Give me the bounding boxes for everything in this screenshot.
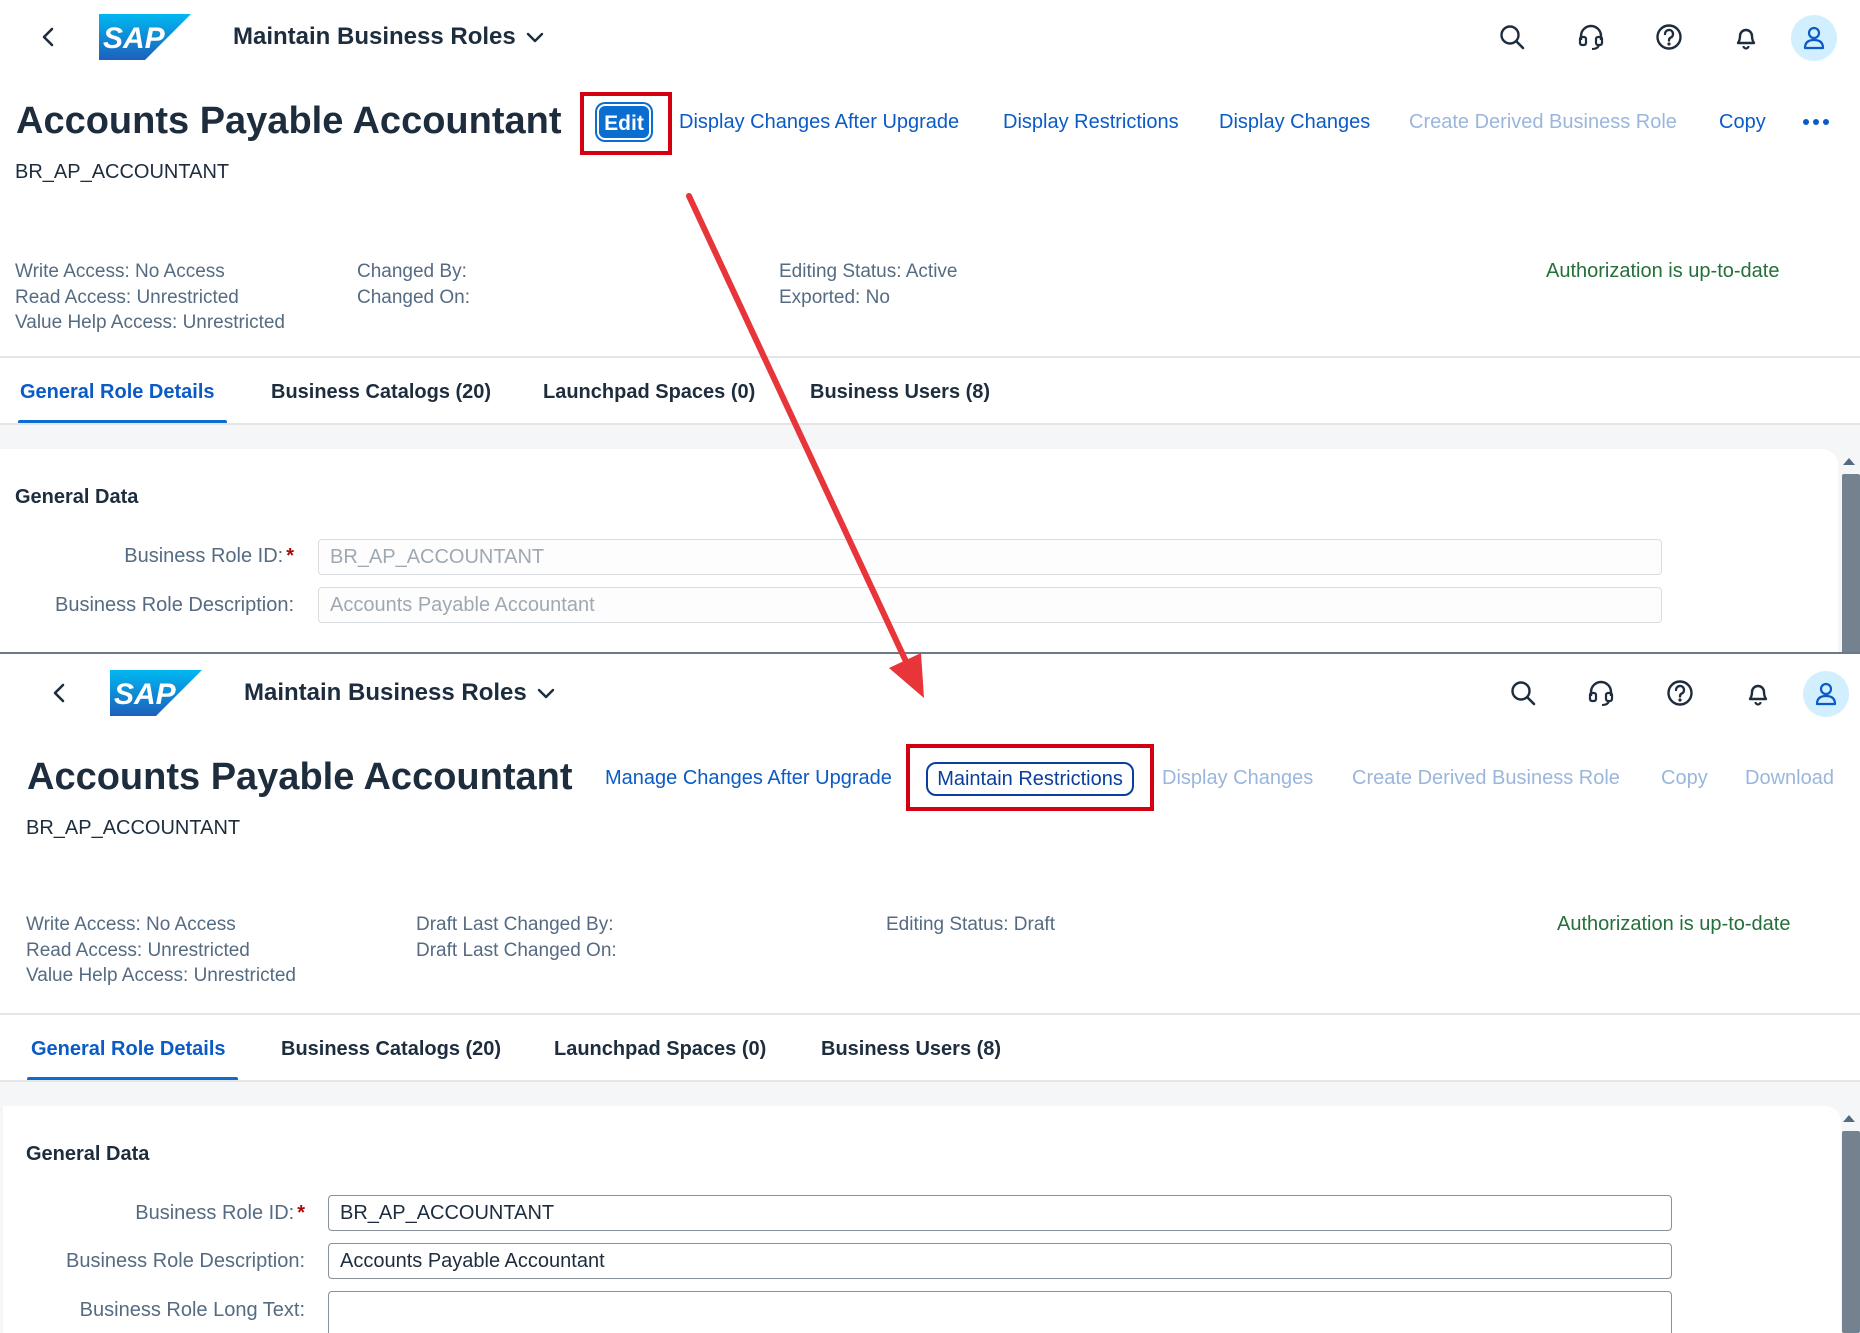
scroll-up-icon[interactable] <box>1843 458 1855 465</box>
header-separator <box>0 1013 1860 1015</box>
authorization-status: Authorization is up-to-date <box>1546 260 1780 282</box>
business-role-id-label-text: Business Role ID: <box>124 545 284 567</box>
download-button: Download <box>1745 767 1834 789</box>
write-access: Write Access: No Access <box>15 261 225 282</box>
tab-business-users[interactable]: Business Users (8) <box>821 1036 1001 1062</box>
meta-status: Editing Status: Draft <box>886 912 1055 938</box>
display-changes-button: Display Changes <box>1162 767 1314 789</box>
svg-text:SAP: SAP <box>103 22 166 55</box>
manage-changes-after-upgrade-button[interactable]: Manage Changes After Upgrade <box>605 765 892 791</box>
editing-status: Editing Status: Draft <box>886 914 1055 935</box>
shell-bar: SAP Maintain Business Roles <box>0 656 1860 732</box>
sap-logo[interactable]: SAP <box>110 670 202 716</box>
required-indicator: * <box>297 1202 305 1224</box>
required-indicator: * <box>286 545 294 567</box>
changed-on: Changed On: <box>357 286 471 308</box>
tab-business-catalogs[interactable]: Business Catalogs (20) <box>281 1036 501 1062</box>
business-role-id-label-text: Business Role ID: <box>135 1202 295 1224</box>
panel-view-mode: SAP Maintain Business Roles Accounts Pay… <box>0 0 1860 654</box>
help-icon[interactable] <box>1665 678 1695 708</box>
sap-logo[interactable]: SAP <box>99 14 191 60</box>
editing-status: Editing Status: Active <box>779 261 958 282</box>
app-title-text: Maintain Business Roles <box>233 23 516 50</box>
display-changes-button[interactable]: Display Changes <box>1219 109 1370 135</box>
back-icon[interactable] <box>47 680 73 706</box>
tab-business-catalogs[interactable]: Business Catalogs (20) <box>271 379 491 405</box>
read-access: Read Access: Unrestricted <box>15 286 239 308</box>
authorization-status: Authorization is up-to-date <box>1557 913 1791 935</box>
tab-business-users[interactable]: Business Users (8) <box>810 379 990 405</box>
headset-icon[interactable] <box>1576 22 1606 52</box>
read-access: Read Access: Unrestricted <box>26 939 250 961</box>
tab-general-role-details[interactable]: General Role Details <box>20 379 215 405</box>
create-derived-business-role-button: Create Derived Business Role <box>1409 111 1677 133</box>
meta-status: Editing Status: Active Exported: No <box>779 259 958 310</box>
tab-launchpad-spaces[interactable]: Launchpad Spaces (0) <box>554 1036 766 1062</box>
business-role-long-text-label: Business Role Long Text: <box>79 1299 305 1321</box>
svg-text:SAP: SAP <box>114 678 177 711</box>
shell-bar: SAP Maintain Business Roles <box>0 0 1860 76</box>
business-role-long-text-input[interactable] <box>328 1291 1672 1333</box>
scroll-thumb[interactable] <box>1842 474 1860 654</box>
value-help-access: Value Help Access: Unrestricted <box>26 965 296 986</box>
create-derived-business-role-button: Create Derived Business Role <box>1352 767 1620 789</box>
business-role-description-input[interactable]: Accounts Payable Accountant <box>328 1243 1672 1279</box>
value-help-access: Value Help Access: Unrestricted <box>15 312 285 333</box>
meta-changed: Changed By: Changed On: <box>357 259 470 310</box>
user-avatar[interactable] <box>1791 15 1837 61</box>
meta-access: Write Access: No Access Read Access: Unr… <box>26 912 296 989</box>
help-icon[interactable] <box>1654 22 1684 52</box>
app-title[interactable]: Maintain Business Roles <box>244 678 555 708</box>
copy-button: Copy <box>1661 767 1708 789</box>
business-role-id-label: Business Role ID: * <box>14 543 294 569</box>
maintain-restrictions-button[interactable]: Maintain Restrictions <box>926 762 1134 796</box>
write-access: Write Access: No Access <box>26 914 236 935</box>
business-role-id-input: BR_AP_ACCOUNTANT <box>318 539 1662 575</box>
app-title[interactable]: Maintain Business Roles <box>233 22 544 52</box>
chevron-down-icon[interactable] <box>537 688 555 700</box>
business-role-id-input[interactable]: BR_AP_ACCOUNTANT <box>328 1195 1672 1231</box>
changed-by: Changed By: <box>357 261 467 282</box>
scroll-up-icon[interactable] <box>1843 1115 1855 1122</box>
meta-access: Write Access: No Access Read Access: Unr… <box>15 259 285 336</box>
panel-edit-mode: SAP Maintain Business Roles Accounts Pay… <box>0 656 1860 1333</box>
bell-icon[interactable] <box>1743 678 1773 708</box>
tab-general-role-details[interactable]: General Role Details <box>31 1036 226 1062</box>
user-icon <box>1815 682 1837 706</box>
edit-button[interactable]: Edit <box>597 104 651 140</box>
chevron-down-icon[interactable] <box>526 32 544 44</box>
business-role-description-input: Accounts Payable Accountant <box>318 587 1662 623</box>
section-title-general-data: General Data <box>26 1143 150 1165</box>
object-subtitle: BR_AP_ACCOUNTANT <box>26 817 241 839</box>
meta-draft-changed: Draft Last Changed By: Draft Last Change… <box>416 912 617 963</box>
tab-launchpad-spaces[interactable]: Launchpad Spaces (0) <box>543 379 755 405</box>
back-icon[interactable] <box>36 24 62 50</box>
user-avatar[interactable] <box>1803 671 1849 717</box>
display-restrictions-button[interactable]: Display Restrictions <box>1003 109 1179 135</box>
display-changes-after-upgrade-button[interactable]: Display Changes After Upgrade <box>679 109 959 135</box>
object-subtitle: BR_AP_ACCOUNTANT <box>15 161 230 183</box>
exported-status: Exported: No <box>779 286 890 308</box>
user-icon <box>1803 26 1825 50</box>
search-icon[interactable] <box>1508 678 1538 708</box>
section-title-general-data: General Data <box>15 486 139 508</box>
object-title: Accounts Payable Accountant <box>16 100 562 142</box>
scroll-thumb[interactable] <box>1842 1131 1860 1333</box>
business-role-id-label: Business Role ID: * <box>25 1200 305 1226</box>
headset-icon[interactable] <box>1586 678 1616 708</box>
panel-divider <box>0 652 1860 654</box>
more-icon[interactable] <box>1802 114 1830 130</box>
business-role-description-label: Business Role Description: <box>66 1250 305 1272</box>
draft-last-changed-on: Draft Last Changed On: <box>416 939 617 961</box>
search-icon[interactable] <box>1497 22 1527 52</box>
bell-icon[interactable] <box>1731 22 1761 52</box>
business-role-description-label: Business Role Description: <box>55 594 294 616</box>
object-title: Accounts Payable Accountant <box>27 756 573 798</box>
draft-last-changed-by: Draft Last Changed By: <box>416 914 614 935</box>
header-separator <box>0 356 1860 358</box>
copy-button[interactable]: Copy <box>1719 109 1766 135</box>
app-title-text: Maintain Business Roles <box>244 679 527 706</box>
